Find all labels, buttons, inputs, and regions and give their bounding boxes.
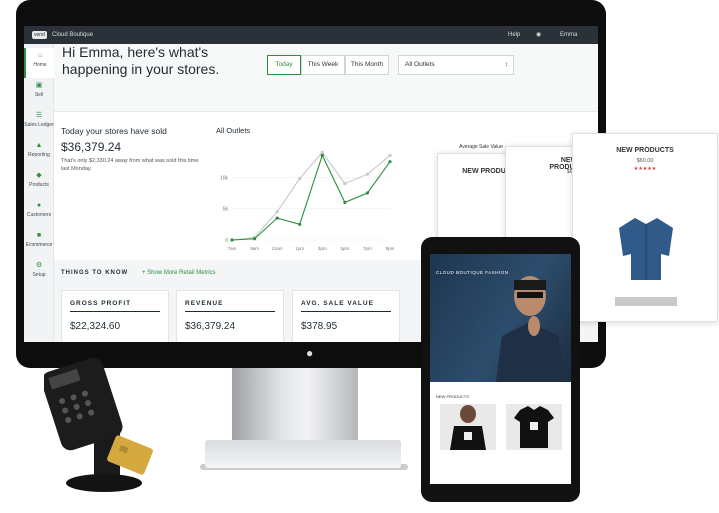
data-point[interactable] [365,172,370,176]
data-point[interactable] [275,210,279,214]
data-point[interactable] [298,222,302,226]
chart-title: All Outlets [216,126,251,135]
y-tick-label: 10k [220,175,229,181]
model-photo [496,276,566,382]
people-icon: ● [36,202,42,209]
x-tick-label: 5pm [340,246,349,251]
data-point[interactable] [320,150,324,154]
tab-this-month[interactable]: This Month [345,55,389,75]
data-point[interactable] [343,200,347,204]
data-point[interactable] [230,238,234,242]
sidebar-item-products[interactable]: ◆ Products [24,168,54,198]
popup-title: NEW PRODUCTS [616,147,674,154]
tab-this-week[interactable]: This Week [301,55,345,75]
divider [185,311,275,312]
sidebar-item-reporting[interactable]: ▲ Reporting [24,138,54,168]
apple-logo-icon: ● [306,346,314,360]
star-rating: ★★★★★ [633,166,657,172]
chevron-updown-icon: ↕ [505,62,508,68]
tshirt-image [514,406,554,448]
tablet-new-products: NEW PRODUCTS [436,394,469,399]
x-tick-label: 1pm [295,246,304,251]
card-reader-image [44,357,153,492]
tag-icon: ◆ [36,172,42,179]
metric-title: REVENUE [185,300,224,307]
product-tile[interactable] [440,404,496,450]
product-tile[interactable] [506,404,562,450]
chart-icon: ▲ [35,142,43,149]
x-tick-label: 7pm [363,246,372,251]
vend-logo[interactable]: vend [32,31,47,39]
cart-icon: ▣ [35,82,43,89]
product-popup-front: NEW PRODUCTS $60.00 ★★★★★ [572,133,718,322]
data-point[interactable] [388,153,392,157]
x-tick-label: 3pm [318,246,327,251]
tshirt-image [450,405,486,450]
add-to-cart-button[interactable] [615,297,677,306]
tablet-screen: CLOUD BOUTIQUE FASHION NEW PRODUCTS [430,254,571,484]
greeting-heading: Hi Emma, here's what's happening in your… [62,44,220,77]
user-menu[interactable]: Emma [560,32,577,38]
metric-card-revenue[interactable]: REVENUE $36,379.24 [176,290,284,342]
series-line [231,153,391,241]
data-point[interactable] [388,160,392,164]
x-tick-label: 9am [250,246,259,251]
outlet-select-value: All Outlets [405,61,435,68]
ledger-icon: ☰ [35,112,43,119]
help-link[interactable]: Help [508,32,520,38]
ecommerce-icon: ■ [36,232,42,239]
data-point[interactable] [252,237,257,241]
metric-value: $36,379.24 [185,321,236,332]
sidebar-item-customers[interactable]: ● Customers [24,198,54,228]
data-point[interactable] [343,182,347,186]
y-tick-label: 0 [225,238,228,244]
monitor-stand-base [205,440,401,468]
things-to-know-title: THINGS TO KNOW [61,270,129,276]
sales-comparison-note: That's only $2,330.24 away from what was… [61,158,199,172]
popup-price: $60.00 [636,158,654,164]
metric-card-avg-sale[interactable]: AVG. SALE VALUE $378.95 [292,290,400,342]
sidebar-item-sell[interactable]: ▣ Sell [24,78,54,108]
bell-icon[interactable]: ◉ [536,31,541,38]
data-point[interactable] [275,216,279,220]
home-icon: ⌂ [37,52,43,59]
data-point[interactable] [365,191,370,195]
sidebar-item-home[interactable]: ⌂ Home [24,48,54,78]
x-tick-label: 7am [228,246,237,251]
sidebar-item-setup[interactable]: ⚙ Setup [24,258,54,288]
x-tick-label: 9pm [386,246,395,251]
sales-summary-label: Today your stores have sold [61,126,167,136]
divider [301,311,391,312]
divider [70,311,160,312]
gear-icon: ⚙ [35,262,43,269]
data-point[interactable] [298,176,302,181]
tab-today[interactable]: Today [267,55,301,75]
shirt-image [619,218,673,280]
show-more-label: Show More Retail Metrics [147,270,216,276]
sidebar-item-sales-ledger[interactable]: ☰ Sales Ledger [24,108,54,138]
data-point[interactable] [320,153,324,157]
product-showcase: vend Cloud Boutique Help ◉ Emma ⌂ Home ▣ S… [0,0,719,513]
sidebar: ⌂ Home ▣ Sell ☰ Sales Ledger ▲ Reporting ◆ Pr… [24,44,54,342]
outlet-select[interactable]: All Outlets ↕ [398,55,514,75]
top-bar: vend Cloud Boutique Help ◉ Emma [24,26,598,44]
sidebar-item-ecommerce[interactable]: ■ Ecommerce [24,228,54,258]
metric-value: $378.95 [301,321,338,332]
metric-title: AVG. SALE VALUE [301,300,374,307]
y-tick-label: 5k [223,207,229,213]
store-name[interactable]: Cloud Boutique [52,32,93,38]
metric-value: $22,324.60 [70,321,121,332]
tablet-home-button[interactable] [481,493,503,500]
metric-title: GROSS PROFIT [70,300,132,307]
tablet-device: CLOUD BOUTIQUE FASHION NEW PRODUCTS [421,237,580,502]
x-tick-label: 11am [272,246,283,251]
metric-card-gross-profit[interactable]: GROSS PROFIT $22,324.60 [61,290,169,342]
monitor-stand [232,368,358,448]
series-line [231,151,391,241]
tablet-brand: CLOUD BOUTIQUE FASHION [436,270,509,275]
show-more-metrics-link[interactable]: + Show More Retail Metrics [142,270,216,276]
sales-line-chart: 0 5k 10k 7am 9am 11am 1pm 3pm 5pm 7pm 9pm [220,150,395,251]
sales-total: $36,379.24 [61,140,122,154]
